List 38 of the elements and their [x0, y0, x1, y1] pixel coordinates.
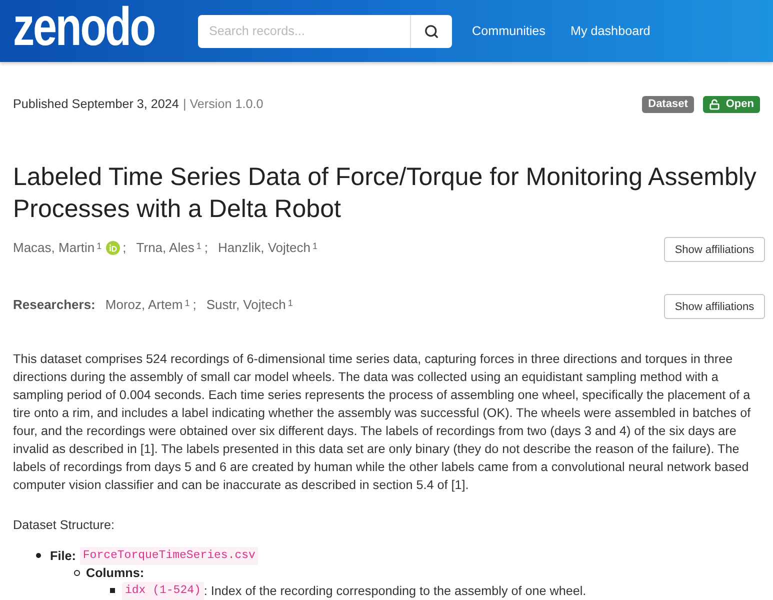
- nav-link[interactable]: My dashboard: [570, 24, 650, 38]
- code-text: idx (1-524): [122, 582, 204, 600]
- list-label: File:: [50, 548, 76, 563]
- square-bullet-icon: [110, 588, 115, 594]
- search-icon: [424, 24, 439, 38]
- search-field[interactable]: Search records...: [198, 14, 410, 48]
- list-separator: ;: [204, 240, 208, 255]
- site-logo[interactable]: zenodo: [13, 0, 155, 54]
- researchers-label: Researchers:: [13, 297, 96, 312]
- access-badge: Open: [702, 96, 760, 112]
- affiliation-mark: 1: [288, 299, 293, 308]
- description-text: This dataset comprises 524 recordings of 6-dimensional time series data, capturing forces in three directions and torques in three directions during the assembly of small car model wheels. The data was collected using an equidistant sampling method with a sampling period of 0.004 seconds. Each time series represents the process of assembling one wheel, specifically the placement of a tire onto a rim, and includes a label indicating whether the assembly was successful (OK). The wheels were assembled in batches of four, and the recordings were obtained over six different days. The labels of recordings from two (days 3 and 4) of the six days are invalid as described in [1]. The labels presented in this data set are only binary (they do not describe the reason of the failure). The labels of recordings from days 5 and 6 are created by human while the other labels came from a convolutional neural network based computer vision classifier and can be inaccurate as described in section 5.4 of [1].: [13, 351, 752, 494]
- section-heading: Dataset Structure:: [13, 517, 116, 534]
- list-separator: ;: [122, 240, 126, 255]
- column-description: : Index of the recording corresponding to the assembly of one wheel.: [204, 584, 586, 598]
- show-affiliations-button[interactable]: Show affiliations: [664, 294, 765, 319]
- list-label: Columns:: [86, 566, 144, 580]
- affiliation-mark: 1: [184, 299, 190, 308]
- resource-type-badge: Dataset: [642, 96, 694, 112]
- creator-name[interactable]: Hanzlik, Vojtech: [218, 240, 310, 255]
- list-separator: ;: [192, 297, 196, 312]
- unlocked-padlock-icon: [708, 98, 720, 110]
- bullet-icon: [36, 553, 41, 558]
- code-text: ForceTorqueTimeSeries.csv: [80, 546, 258, 565]
- nav-link[interactable]: Communities: [472, 24, 546, 38]
- creator-name[interactable]: Moroz, Artem: [105, 297, 183, 312]
- circle-bullet-icon: [74, 570, 80, 576]
- creator-name[interactable]: Macas, Martin: [13, 240, 95, 255]
- creator-name[interactable]: Trna, Ales: [136, 240, 194, 255]
- affiliation-mark: 1: [96, 242, 102, 251]
- affiliation-mark: 1: [196, 242, 202, 251]
- search-button[interactable]: [410, 14, 452, 48]
- affiliation-mark: 1: [312, 242, 318, 251]
- show-affiliations-button[interactable]: Show affiliations: [664, 237, 765, 262]
- record-title: Labeled Time Series Data of Force/Torque for Monitoring Assembly Processes with a Delta Robot: [13, 162, 758, 225]
- version-label: | Version 1.0.0: [182, 97, 264, 111]
- creator-name[interactable]: Sustr, Vojtech: [206, 297, 286, 312]
- publication-date: Published September 3, 2024: [13, 97, 179, 111]
